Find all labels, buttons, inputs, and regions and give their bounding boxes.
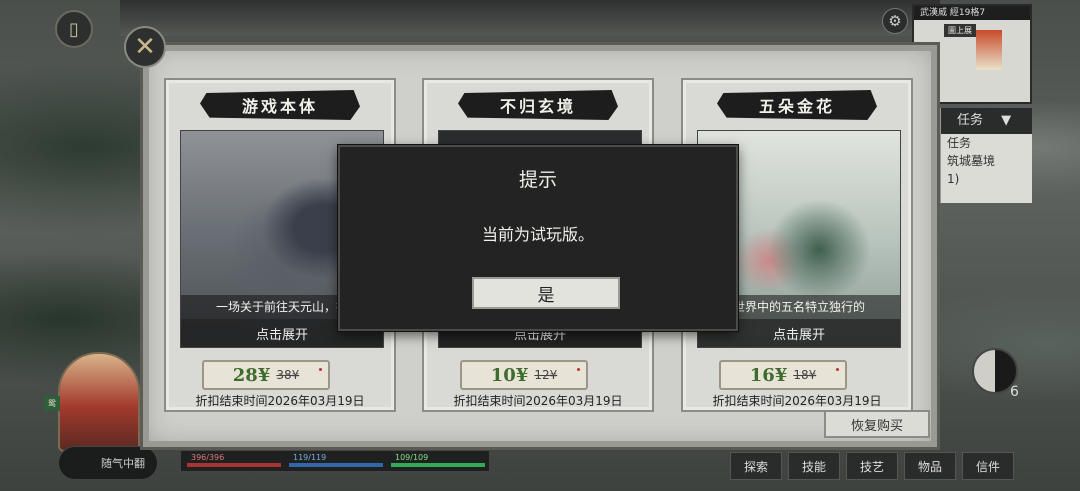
hp-bar [187, 463, 281, 467]
portrait-badge: 鸳 [44, 396, 60, 411]
task-line: 任务 [947, 136, 972, 150]
menu-arts[interactable]: 技艺 [846, 452, 898, 480]
price-old: 12¥ [534, 368, 558, 382]
restore-purchase-button[interactable]: 恢复购买 [824, 410, 930, 438]
price-now: 10¥ [490, 364, 529, 386]
settings-button[interactable]: ⚙ [882, 8, 908, 34]
hp-text: 396/396 [191, 453, 225, 462]
price-now: 28¥ [232, 364, 271, 386]
menu-letters[interactable]: 信件 [962, 452, 1014, 480]
card-title: 游戏本体 [200, 90, 360, 120]
card-title: 五朵金花 [717, 90, 877, 120]
price-button[interactable]: 16¥ 18¥ [719, 360, 847, 390]
price-button[interactable]: 10¥ 12¥ [460, 360, 588, 390]
mp-text: 119/119 [293, 453, 327, 462]
card-title: 不归玄境 [458, 90, 618, 120]
close-button[interactable]: ✕ [124, 26, 166, 68]
price-dot [577, 368, 580, 371]
price-dot [319, 368, 322, 371]
dialog-message: 当前为试玩版。 [481, 225, 594, 244]
task-line: 筑城墓境 [947, 154, 996, 168]
bottom-menu: 探索 技能 技艺 物品 信件 [730, 452, 1014, 480]
chevron-down-icon: ▼ [1001, 113, 1012, 128]
avatar[interactable] [58, 352, 140, 452]
background-clouds [120, 0, 940, 36]
price-dot [836, 368, 839, 371]
task-line: 1) [947, 172, 960, 186]
price-now: 16¥ [749, 364, 788, 386]
status-bars: 396/396 119/119 109/109 [180, 450, 490, 472]
discount-end-text: 折扣结束时间2026年03月19日 [195, 394, 365, 408]
bottom-left-button[interactable]: 随气中翻 [58, 446, 158, 480]
task-panel[interactable]: 任务 ▼ 任务 筑城墓境 1) [940, 108, 1032, 203]
yinyang-count: 6 [1010, 384, 1019, 400]
gear-icon: ⚙ [888, 12, 902, 30]
menu-explore[interactable]: 探索 [730, 452, 782, 480]
minimap-tag: 圖上展 [944, 24, 976, 37]
minimap-header: 武漢威 經19格7 [914, 6, 1030, 20]
price-button[interactable]: 28¥ 38¥ [202, 360, 330, 390]
confirm-button[interactable]: 是 [472, 277, 620, 309]
close-icon: ✕ [134, 32, 156, 62]
menu-items[interactable]: 物品 [904, 452, 956, 480]
menu-skills[interactable]: 技能 [788, 452, 840, 480]
price-old: 18¥ [793, 368, 817, 382]
sp-bar [391, 463, 485, 467]
discount-end-text: 折扣结束时间2026年03月19日 [712, 394, 882, 408]
dialog-title: 提示 [518, 169, 557, 191]
discount-end-text: 折扣结束时间2026年03月19日 [453, 394, 623, 408]
mp-bar [289, 463, 383, 467]
scroll-button[interactable]: ▯ [55, 10, 93, 48]
game-scene: ▯ ⚙ 武漢威 經19格7 圖上展 任务 ▼ 任务 筑城墓境 1) 鸳 随气中翻… [0, 0, 1080, 491]
scroll-icon: ▯ [69, 18, 79, 40]
price-old: 38¥ [276, 368, 300, 382]
minimap-figure [976, 30, 1002, 70]
alert-dialog: 提示 当前为试玩版。 是 [338, 145, 738, 331]
task-header[interactable]: 任务 ▼ [941, 108, 1032, 134]
sp-text: 109/109 [395, 453, 429, 462]
